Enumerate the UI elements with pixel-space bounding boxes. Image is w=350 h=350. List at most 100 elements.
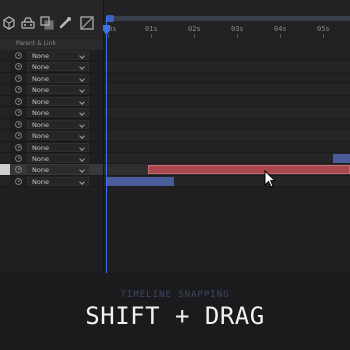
layer-row[interactable]: None <box>0 61 103 73</box>
layer-color-label[interactable] <box>0 152 10 164</box>
parent-dropdown[interactable]: None <box>27 96 89 106</box>
parent-dropdown[interactable]: None <box>27 142 89 152</box>
layer-row[interactable]: None <box>0 107 103 119</box>
parent-dropdown-value: None <box>32 63 49 72</box>
tick-label: 04s <box>274 25 287 33</box>
parent-dropdown[interactable]: None <box>27 153 89 163</box>
pickwhip-icon[interactable] <box>15 143 22 151</box>
layer-color-label[interactable] <box>0 61 10 72</box>
tick-label: 05s <box>317 25 330 33</box>
parent-dropdown[interactable]: None <box>27 165 89 175</box>
parent-dropdown[interactable]: None <box>27 51 89 60</box>
chevron-down-icon <box>79 64 85 71</box>
work-area-bar[interactable] <box>106 15 350 22</box>
layer-color-label[interactable] <box>0 95 10 107</box>
layer-color-label[interactable] <box>0 50 10 61</box>
parent-dropdown-value: None <box>32 120 49 129</box>
layer-color-label[interactable] <box>0 141 10 152</box>
ruler-tick <box>108 34 109 38</box>
timeline-track[interactable] <box>103 95 350 108</box>
chevron-down-icon <box>79 110 85 117</box>
parent-dropdown[interactable]: None <box>27 176 89 186</box>
layer-row[interactable]: None <box>0 118 103 131</box>
layer-duration-bar-selected[interactable] <box>148 165 350 175</box>
mouse-cursor-icon <box>264 170 277 188</box>
parent-dropdown[interactable]: None <box>27 131 89 141</box>
layer-color-label[interactable] <box>0 130 10 141</box>
ruler-tick <box>237 34 238 38</box>
column-header-parent-link[interactable]: Parent & Link <box>0 39 103 50</box>
layer-duration-bar[interactable] <box>333 153 350 163</box>
pickwhip-icon[interactable] <box>15 97 22 105</box>
pickwhip-icon[interactable] <box>15 52 22 59</box>
draft-3d-icon[interactable] <box>21 16 35 30</box>
caption-subtitle: TIMELINE SNAPPING <box>120 290 230 300</box>
timeline-track[interactable] <box>103 72 350 85</box>
parent-dropdown-value: None <box>32 143 49 152</box>
layer-row[interactable]: None <box>0 175 103 188</box>
timeline-track[interactable] <box>103 164 350 176</box>
parent-dropdown[interactable]: None <box>27 62 89 72</box>
layer-row[interactable]: None <box>0 84 103 96</box>
layer-color-label[interactable] <box>0 164 10 175</box>
playhead-line[interactable] <box>106 16 107 273</box>
timeline-track[interactable] <box>103 175 350 188</box>
ruler-tick <box>194 34 195 38</box>
tick-label: 03s <box>231 25 244 33</box>
layer-color-label[interactable] <box>0 175 10 187</box>
chevron-down-icon <box>79 133 85 139</box>
layer-list: None None None None None None None None None None… <box>0 50 103 188</box>
timeline-track[interactable] <box>103 61 350 73</box>
parent-dropdown-value: None <box>32 52 49 60</box>
layer-timeline-tracks <box>103 50 350 188</box>
composition-mini-flowchart-icon[interactable] <box>2 16 16 30</box>
panel-divider[interactable] <box>103 0 104 273</box>
layer-color-label[interactable] <box>0 72 10 84</box>
chevron-down-icon <box>79 87 85 94</box>
layer-color-label[interactable] <box>0 107 10 118</box>
layer-row[interactable]: None <box>0 164 103 176</box>
time-ruler[interactable]: 0s 01s 02s 03s 04s 05s <box>103 0 350 38</box>
layer-row[interactable]: None <box>0 95 103 108</box>
chevron-down-icon <box>79 167 85 174</box>
work-area-start-handle[interactable] <box>106 15 114 22</box>
pickwhip-icon[interactable] <box>15 154 22 162</box>
layer-row[interactable]: None <box>0 141 103 153</box>
timeline-track[interactable] <box>103 130 350 142</box>
layer-color-label[interactable] <box>0 84 10 95</box>
timeline-track[interactable] <box>103 50 350 62</box>
timeline-track[interactable] <box>103 141 350 153</box>
timeline-track[interactable] <box>103 107 350 119</box>
layer-row[interactable]: None <box>0 130 103 142</box>
timeline-header-strip <box>103 39 350 50</box>
pickwhip-icon[interactable] <box>15 120 22 128</box>
layer-row[interactable]: None <box>0 50 103 62</box>
frame-blending-icon[interactable] <box>40 16 54 30</box>
graph-editor-icon[interactable] <box>80 16 94 30</box>
layer-duration-bar[interactable] <box>107 176 174 186</box>
pickwhip-icon[interactable] <box>15 86 22 94</box>
caption-title: SHIFT + DRAG <box>85 302 265 330</box>
tick-label: 01s <box>145 25 158 33</box>
layer-row[interactable]: None <box>0 72 103 85</box>
timeline-toolbar <box>0 0 103 38</box>
pickwhip-icon[interactable] <box>15 166 22 174</box>
timeline-track[interactable] <box>103 152 350 165</box>
motion-blur-icon[interactable] <box>58 16 72 30</box>
parent-dropdown[interactable]: None <box>27 119 89 129</box>
chevron-down-icon <box>79 76 85 82</box>
timeline-track[interactable] <box>103 84 350 96</box>
pickwhip-icon[interactable] <box>15 63 22 71</box>
timeline-track[interactable] <box>103 118 350 131</box>
pickwhip-icon[interactable] <box>15 74 22 82</box>
pickwhip-icon[interactable] <box>15 109 22 117</box>
layer-color-label[interactable] <box>0 118 10 130</box>
pickwhip-icon[interactable] <box>15 132 22 140</box>
layer-row[interactable]: None <box>0 152 103 165</box>
parent-dropdown-value: None <box>32 177 49 186</box>
parent-dropdown[interactable]: None <box>27 73 89 83</box>
parent-dropdown[interactable]: None <box>27 108 89 118</box>
pickwhip-icon[interactable] <box>15 177 22 185</box>
parent-dropdown-value: None <box>32 154 49 163</box>
parent-dropdown[interactable]: None <box>27 85 89 95</box>
